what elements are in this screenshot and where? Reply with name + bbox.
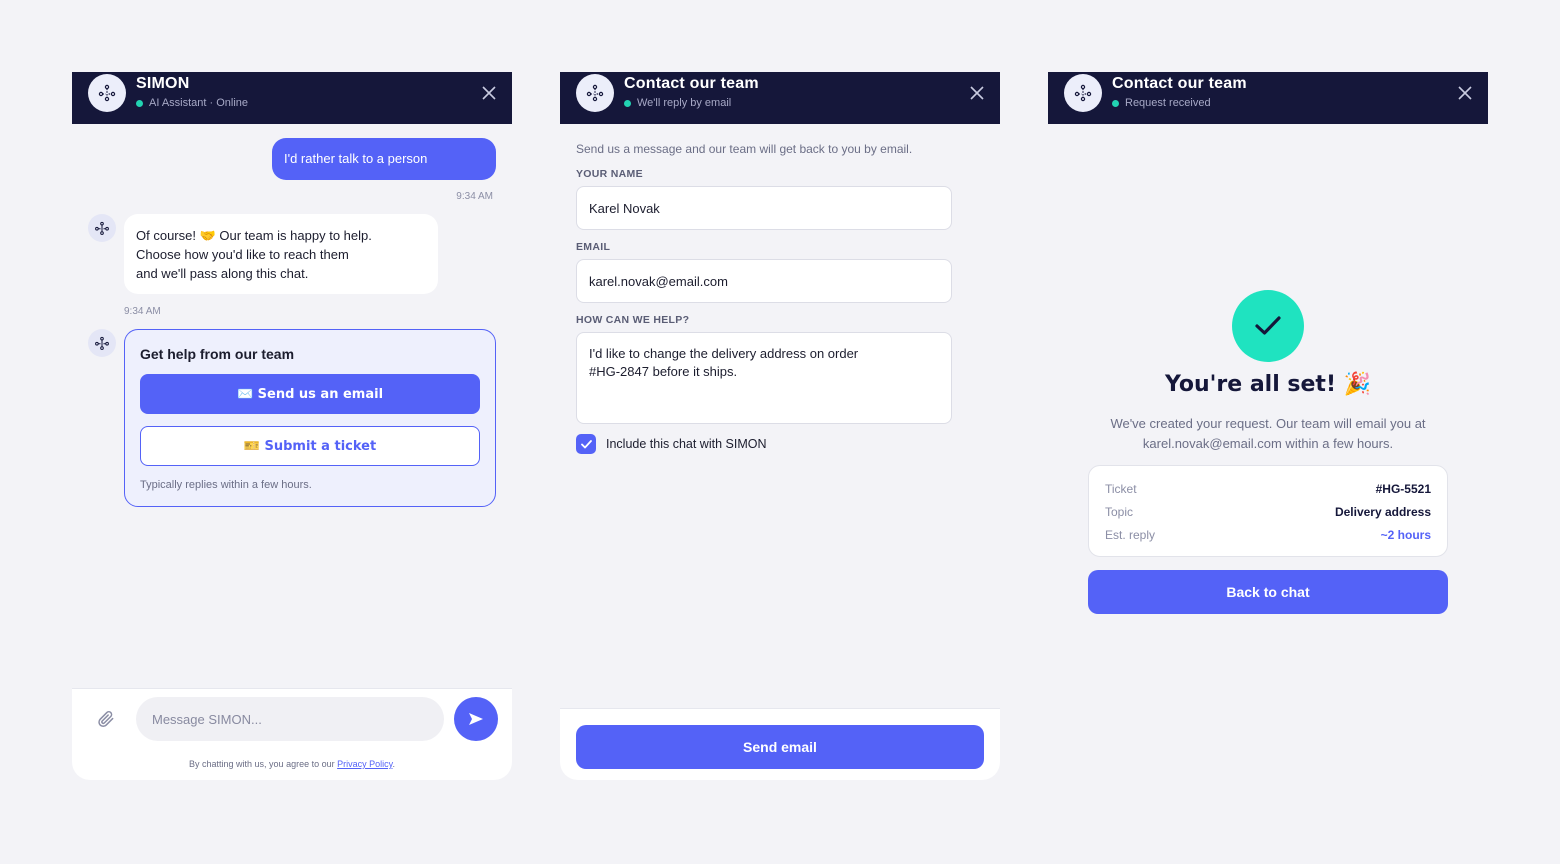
include-chat-label[interactable]: Include this chat with SIMON [606, 437, 766, 451]
message-input[interactable] [136, 697, 444, 741]
network-icon [98, 84, 116, 102]
email-field[interactable]: karel.novak@email.com [576, 259, 952, 303]
success-header-title: Contact our team [1112, 75, 1247, 92]
back-to-chat-button[interactable]: Back to chat [1088, 570, 1448, 614]
reply-key: Est. reply [1105, 528, 1156, 542]
success-subtitle: Request received [1125, 97, 1211, 109]
topic-row: Topic Delivery address [1105, 503, 1431, 521]
chat-status: AI Assistant · Online [136, 97, 248, 109]
help-label: HOW CAN WE HELP? [576, 314, 690, 326]
help-text-line: I'd like to change the delivery address … [589, 346, 859, 361]
reply-value: ~2 hours [1380, 528, 1431, 542]
submit-ticket-button[interactable]: 🎫 Submit a ticket [140, 426, 480, 466]
checkmark-icon [580, 439, 592, 448]
help-textarea[interactable]: I'd like to change the delivery address … [576, 332, 952, 424]
success-heading: You're all set! 🎉 [1164, 372, 1372, 397]
network-icon [586, 84, 604, 102]
reply-time-note: Typically replies within a few hours. [140, 479, 312, 491]
status-indicator [1112, 99, 1119, 107]
ticket-row: Ticket #HG-5521 [1105, 480, 1431, 498]
contact-title: Contact our team [624, 75, 759, 92]
bot-message: Of course! 🤝 Our team is happy to help. … [124, 214, 438, 294]
privacy-policy-link[interactable]: Privacy Policy [337, 759, 392, 769]
contact-intro: Send us a message and our team will get … [576, 142, 913, 156]
send-arrow-icon [469, 713, 483, 725]
contact-panel: Contact our team We'll reply by email Se… [560, 72, 1000, 780]
privacy-text: By chatting with us, you agree to our [189, 759, 338, 769]
help-card-title: Get help from our team [140, 346, 295, 362]
bot-avatar [88, 74, 126, 112]
user-message-time: 9:34 AM [456, 191, 493, 202]
checkmark-icon [1255, 316, 1281, 335]
user-message: I'd rather talk to a person [272, 138, 496, 180]
name-label: YOUR NAME [576, 168, 643, 180]
reply-row: Est. reply ~2 hours [1105, 526, 1431, 544]
bot-card-avatar [88, 329, 116, 357]
name-field[interactable]: Karel Novak [576, 186, 952, 230]
privacy-suffix: . [392, 759, 395, 769]
message-composer: By chatting with us, you agree to our Pr… [72, 688, 512, 780]
bot-message-line: Choose how you'd like to reach them [136, 247, 349, 262]
privacy-notice: By chatting with us, you agree to our Pr… [72, 759, 512, 769]
chat-header: SIMON AI Assistant · Online [72, 72, 512, 124]
help-card: Get help from our team ✉️ Send us an ema… [124, 329, 496, 507]
send-email-button[interactable]: Send email [576, 725, 984, 769]
contact-header: Contact our team We'll reply by email [560, 72, 1000, 124]
success-status: Request received [1112, 97, 1211, 109]
ticket-key: Ticket [1105, 482, 1137, 496]
online-indicator [136, 99, 143, 107]
contact-subtitle: We'll reply by email [637, 97, 732, 109]
close-icon[interactable] [970, 86, 984, 100]
chat-title: SIMON [136, 75, 190, 92]
include-chat-checkbox[interactable] [576, 434, 596, 454]
chat-subtitle: AI Assistant · Online [149, 97, 249, 109]
status-indicator [624, 99, 631, 107]
bot-message-avatar [88, 214, 116, 242]
network-icon [95, 221, 109, 235]
success-message-line: karel.novak@email.com within a few hours… [1142, 436, 1394, 451]
bot-message-time: 9:34 AM [124, 306, 161, 317]
network-icon [1074, 84, 1092, 102]
close-icon[interactable] [482, 86, 496, 100]
form-footer: Send email [560, 708, 1000, 780]
ticket-value: #HG-5521 [1375, 482, 1431, 496]
success-panel: Contact our team Request received You're… [1048, 72, 1488, 780]
email-label: EMAIL [576, 241, 611, 253]
close-icon[interactable] [1458, 86, 1472, 100]
success-badge [1232, 290, 1304, 362]
bot-message-line: and we'll pass along this chat. [136, 266, 309, 281]
bot-avatar [1064, 74, 1102, 112]
bot-message-line: Of course! 🤝 Our team is happy to help. [136, 228, 372, 243]
contact-status: We'll reply by email [624, 97, 731, 109]
send-message-button[interactable] [454, 697, 498, 741]
success-message-line: We've created your request. Our team wil… [1110, 416, 1426, 431]
topic-value: Delivery address [1334, 505, 1431, 519]
topic-key: Topic [1105, 505, 1134, 519]
chat-panel: SIMON AI Assistant · Online I'd rather t… [72, 72, 512, 780]
success-header: Contact our team Request received [1048, 72, 1488, 124]
success-message: We've created your request. Our team wil… [1088, 414, 1448, 454]
send-email-option-button[interactable]: ✉️ Send us an email [140, 374, 480, 414]
paperclip-icon[interactable] [96, 709, 116, 729]
network-icon [95, 336, 109, 350]
bot-avatar [576, 74, 614, 112]
ticket-summary: Ticket #HG-5521 Topic Delivery address E… [1088, 465, 1448, 557]
help-text-line: #HG-2847 before it ships. [589, 364, 738, 379]
